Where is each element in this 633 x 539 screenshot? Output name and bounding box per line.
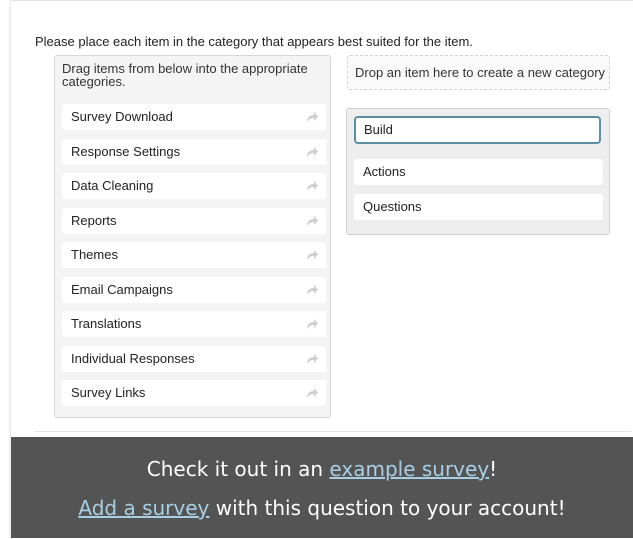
source-items-panel: Drag items from below into the appropria… bbox=[54, 55, 331, 418]
divider bbox=[35, 431, 631, 432]
item-label: Themes bbox=[71, 247, 118, 262]
draggable-item-data-cleaning[interactable]: Data Cleaning bbox=[62, 173, 326, 199]
item-label: Response Settings bbox=[71, 143, 181, 159]
draggable-item-reports[interactable]: Reports bbox=[62, 207, 326, 234]
example-survey-link[interactable]: example survey bbox=[329, 457, 489, 481]
item-label: Individual Responses bbox=[71, 350, 195, 366]
category-item-questions[interactable]: Questions bbox=[354, 194, 603, 220]
category-item-list: Actions Questions bbox=[354, 159, 603, 229]
footer-text: Check it out in an bbox=[146, 457, 330, 481]
draggable-item-response-settings[interactable]: Response Settings bbox=[62, 138, 326, 165]
footer-text: with this question to your account! bbox=[209, 496, 566, 520]
category-build[interactable]: Build Actions Questions bbox=[346, 108, 610, 235]
share-arrow-icon bbox=[307, 112, 318, 122]
item-label: Email Campaigns bbox=[71, 281, 173, 297]
source-item-list: Survey Download Response Settings Data C… bbox=[62, 104, 326, 415]
question-prompt: Please place each item in the category t… bbox=[35, 34, 473, 49]
draggable-item-individual-responses[interactable]: Individual Responses bbox=[62, 345, 326, 372]
share-arrow-icon bbox=[307, 181, 318, 191]
item-label: Translations bbox=[71, 316, 142, 331]
share-arrow-icon bbox=[307, 284, 318, 295]
category-item-actions[interactable]: Actions bbox=[354, 159, 603, 185]
draggable-item-email-campaigns[interactable]: Email Campaigns bbox=[62, 276, 326, 303]
source-header: Drag items from below into the appropria… bbox=[62, 61, 308, 89]
item-label: Survey Links bbox=[71, 385, 146, 400]
share-arrow-icon bbox=[307, 250, 318, 260]
footer-text: ! bbox=[489, 457, 498, 481]
footer-line-example: Check it out in an example survey! bbox=[11, 457, 633, 481]
share-arrow-icon bbox=[307, 353, 318, 364]
share-arrow-icon bbox=[307, 319, 318, 329]
item-label: Survey Download bbox=[71, 109, 173, 124]
draggable-item-translations[interactable]: Translations bbox=[62, 311, 326, 337]
category-title-input[interactable]: Build bbox=[354, 116, 601, 144]
item-label: Data Cleaning bbox=[71, 178, 154, 193]
share-arrow-icon bbox=[307, 388, 318, 398]
share-arrow-icon bbox=[307, 215, 318, 226]
draggable-item-survey-links[interactable]: Survey Links bbox=[62, 380, 326, 406]
promo-footer: Check it out in an example survey! Add a… bbox=[11, 437, 633, 538]
footer-line-add: Add a survey with this question to your … bbox=[11, 496, 633, 520]
add-survey-link[interactable]: Add a survey bbox=[78, 496, 209, 520]
draggable-item-survey-download[interactable]: Survey Download bbox=[62, 104, 326, 130]
new-category-dropzone[interactable]: Drop an item here to create a new catego… bbox=[347, 55, 610, 90]
item-label: Reports bbox=[71, 212, 117, 228]
share-arrow-icon bbox=[307, 146, 318, 157]
draggable-item-themes[interactable]: Themes bbox=[62, 242, 326, 268]
